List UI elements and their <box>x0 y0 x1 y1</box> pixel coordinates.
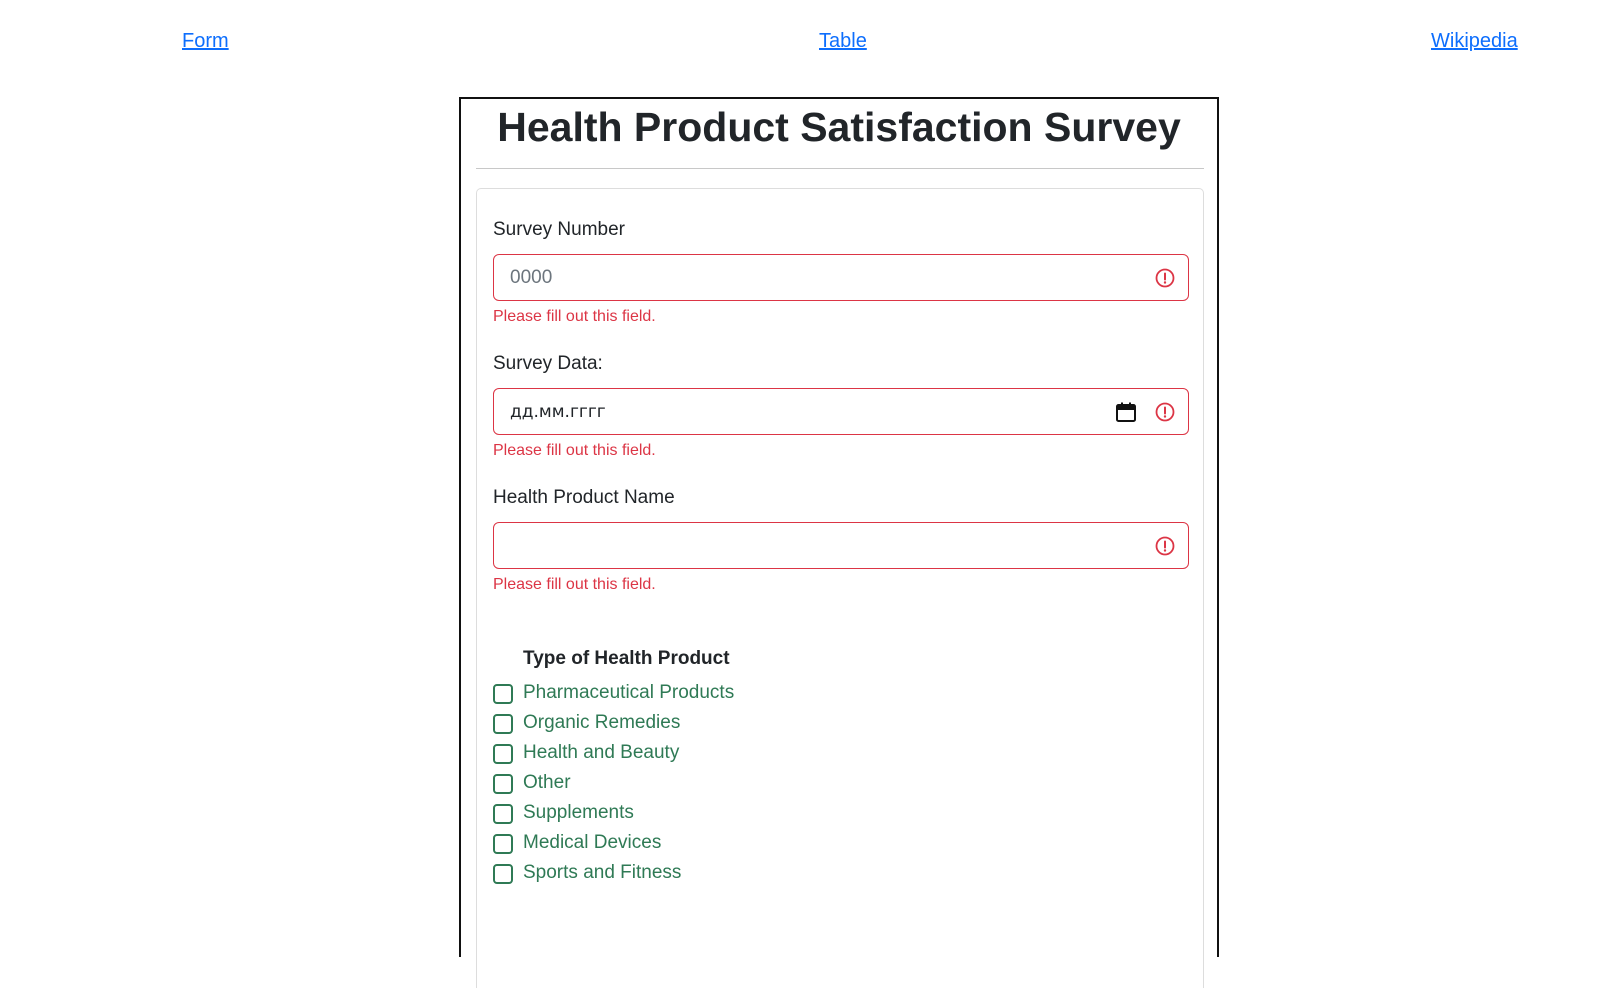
survey-number-input[interactable]: 0000 <box>493 254 1189 301</box>
survey-date-label: Survey Data: <box>493 353 603 374</box>
survey-number-placeholder: 0000 <box>510 267 553 288</box>
product-name-input[interactable] <box>493 522 1189 569</box>
checkbox-label[interactable]: Sports and Fitness <box>523 862 681 884</box>
nav-link-form[interactable]: Form <box>182 30 229 53</box>
error-icon <box>1155 268 1175 288</box>
checkbox-label[interactable]: Health and Beauty <box>523 742 679 764</box>
nav-link-table[interactable]: Table <box>819 30 867 53</box>
checkbox-label[interactable]: Pharmaceutical Products <box>523 682 734 704</box>
page-title: Health Product Satisfaction Survey <box>497 104 1181 150</box>
survey-date-input[interactable]: дд.мм.гггг <box>493 388 1189 435</box>
nav-link-wikipedia[interactable]: Wikipedia <box>1431 30 1518 53</box>
checkbox-label[interactable]: Supplements <box>523 802 634 824</box>
checkbox[interactable] <box>493 774 513 794</box>
checkbox-label[interactable]: Organic Remedies <box>523 712 680 734</box>
product-name-label: Health Product Name <box>493 487 675 508</box>
survey-form-card: Survey Number 0000 Please fill out this … <box>476 188 1204 988</box>
survey-date-error: Please fill out this field. <box>493 442 656 459</box>
product-type-legend: Type of Health Product <box>523 648 730 669</box>
survey-date-value: дд.мм.гггг <box>510 402 606 422</box>
title-divider <box>476 168 1204 169</box>
calendar-icon[interactable] <box>1114 400 1138 424</box>
checkbox-label[interactable]: Other <box>523 772 571 794</box>
checkbox[interactable] <box>493 744 513 764</box>
error-icon <box>1155 536 1175 556</box>
top-nav: Form Table Wikipedia <box>0 26 1623 58</box>
checkbox[interactable] <box>493 684 513 704</box>
survey-container: Health Product Satisfaction Survey Surve… <box>459 97 1219 988</box>
survey-number-error: Please fill out this field. <box>493 308 656 325</box>
survey-number-label: Survey Number <box>493 219 625 240</box>
checkbox[interactable] <box>493 864 513 884</box>
checkbox-label[interactable]: Medical Devices <box>523 832 661 854</box>
checkbox[interactable] <box>493 834 513 854</box>
error-icon <box>1155 402 1175 422</box>
checkbox[interactable] <box>493 804 513 824</box>
product-name-error: Please fill out this field. <box>493 576 656 593</box>
checkbox[interactable] <box>493 714 513 734</box>
